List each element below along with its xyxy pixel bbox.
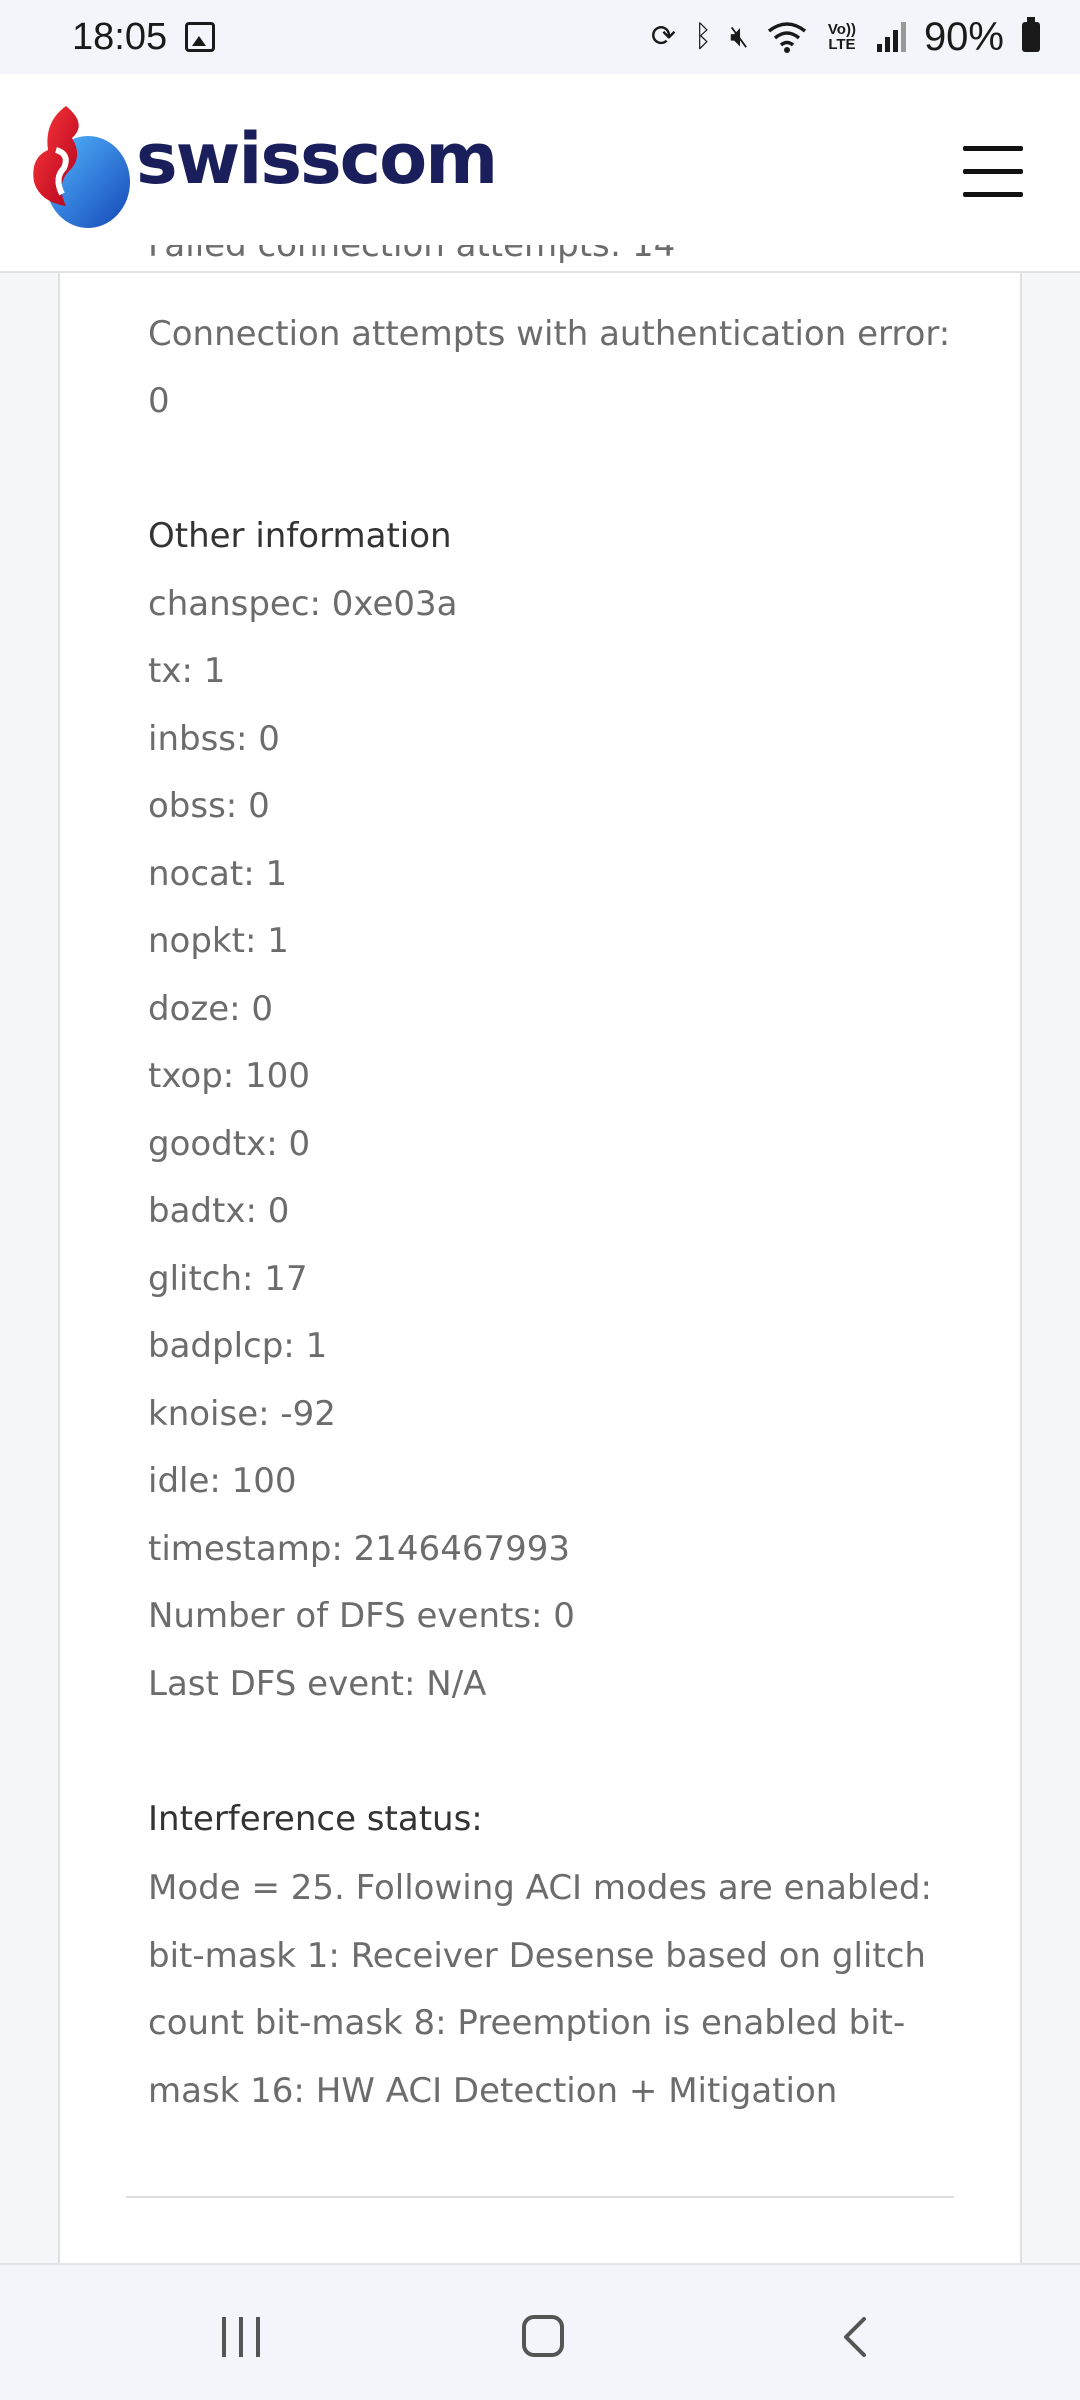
list-item: Last DFS event: N/A <box>148 1664 487 1704</box>
cut-off-line: Failed connection attempts: 14 <box>148 245 676 265</box>
list-item: obss: 0 <box>148 786 270 826</box>
site-header: swisscom <box>0 74 1080 273</box>
section-divider <box>126 2196 954 2198</box>
gallery-icon <box>185 22 216 52</box>
list-item: chanspec: 0xe03a <box>148 584 458 624</box>
list-item: Number of DFS events: 0 <box>148 1596 575 1636</box>
status-left: 18:05 <box>72 15 216 59</box>
recent-apps-icon[interactable] <box>222 2317 260 2357</box>
auth-error-label: Connection attempts with authentication … <box>148 314 951 354</box>
bluetooth-icon: ᛒ <box>694 20 713 53</box>
signal-icon <box>876 22 906 52</box>
mute-icon: 🔇︎ <box>730 20 749 53</box>
sync-icon: ⟳ <box>650 20 677 53</box>
home-icon[interactable] <box>522 2315 564 2357</box>
list-item: nocat: 1 <box>148 854 288 894</box>
list-item: badplcp: 1 <box>148 1326 328 1366</box>
battery-icon <box>1022 17 1040 52</box>
list-item: idle: 100 <box>148 1461 297 1501</box>
auth-error-value: 0 <box>148 381 170 421</box>
status-right: ⟳ ᛒ 🔇︎ Vo)) LTE 90% <box>651 15 1040 60</box>
swisscom-logo-icon[interactable] <box>26 102 136 230</box>
system-nav-bar <box>0 2263 1080 2400</box>
list-item: glitch: 17 <box>148 1259 308 1299</box>
status-time: 18:05 <box>72 15 168 58</box>
brand-name[interactable]: swisscom <box>136 118 498 200</box>
list-item: badtx: 0 <box>148 1191 290 1231</box>
interference-status-heading: Interference status: <box>148 1799 483 1839</box>
list-item: nopkt: 1 <box>148 921 289 961</box>
wifi-icon <box>767 22 807 53</box>
list-item: goodtx: 0 <box>148 1124 311 1164</box>
battery-percent: 90% <box>923 14 1004 59</box>
interference-status-text: Mode = 25. Following ACI modes are enabl… <box>148 1868 932 2111</box>
list-item: txop: 100 <box>148 1056 310 1096</box>
hamburger-menu-icon[interactable] <box>963 146 1023 198</box>
status-bar: 18:05 ⟳ ᛒ 🔇︎ Vo)) LTE 90% <box>0 0 1080 74</box>
list-item: timestamp: 2146467993 <box>148 1529 570 1569</box>
list-item: knoise: -92 <box>148 1394 336 1434</box>
list-item: inbss: 0 <box>148 719 280 759</box>
list-item: tx: 1 <box>148 651 226 691</box>
back-icon[interactable] <box>836 2317 876 2357</box>
list-item: doze: 0 <box>148 989 274 1029</box>
other-information-heading: Other information <box>148 516 452 556</box>
volte-icon: Vo)) LTE <box>827 21 856 53</box>
